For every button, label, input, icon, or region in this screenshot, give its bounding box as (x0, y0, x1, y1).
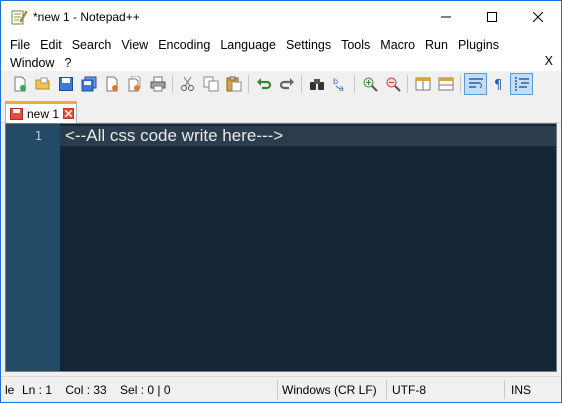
save-all-button[interactable] (77, 73, 100, 95)
close-window-button[interactable] (515, 1, 561, 33)
status-separator (277, 380, 278, 399)
indent-guide-button[interactable] (510, 73, 533, 95)
copy-icon (203, 76, 218, 92)
indent-guide-icon (514, 77, 529, 91)
zoom-out-icon (386, 77, 401, 92)
window-title: *new 1 - Notepad++ (33, 10, 140, 24)
toolbar-separator (301, 75, 302, 93)
replace-icon: ba (333, 77, 344, 92)
sync-vertical-button[interactable] (411, 73, 434, 95)
window-client: *new 1 - Notepad++ File Edit Search View… (1, 1, 561, 402)
menu-row-1: File Edit Search View Encoding Language … (1, 35, 561, 54)
menu-row-2: Window ? (1, 53, 561, 72)
status-eol: Windows (CR LF) (282, 383, 377, 397)
status-position: Ln : 1 Col : 33 Sel : 0 | 0 (22, 383, 171, 397)
zoom-in-icon (363, 77, 378, 92)
tab-new-1[interactable]: new 1 (5, 101, 77, 123)
menu-encoding[interactable]: Encoding (149, 38, 211, 52)
cut-button[interactable] (176, 73, 199, 95)
menu-settings[interactable]: Settings (277, 38, 332, 52)
menu-plugins[interactable]: Plugins (449, 38, 500, 52)
close-icon (65, 110, 73, 117)
svg-text:a: a (339, 84, 344, 92)
open-file-button[interactable] (31, 73, 54, 95)
status-insert-mode: INS (511, 383, 532, 397)
menu-bar: File Edit Search View Encoding Language … (1, 33, 561, 71)
toolbar-separator (460, 75, 461, 93)
status-separator (386, 380, 387, 399)
save-icon (58, 77, 73, 91)
status-separator (504, 380, 505, 399)
menu-edit[interactable]: Edit (31, 38, 63, 52)
toolbar-separator (172, 75, 173, 93)
status-encoding: UTF-8 (392, 383, 426, 397)
new-file-button[interactable] (8, 73, 31, 95)
copy-button[interactable] (199, 73, 222, 95)
menu-help[interactable]: ? (55, 56, 72, 70)
menu-window[interactable]: Window (1, 56, 55, 70)
toolbar-separator (407, 75, 408, 93)
close-file-button[interactable] (100, 73, 123, 95)
word-wrap-button[interactable] (464, 73, 487, 95)
undo-button[interactable] (252, 73, 275, 95)
minimize-icon (441, 16, 451, 18)
line-number-gutter: 1 (6, 124, 60, 371)
svg-text:b: b (333, 77, 338, 86)
unsaved-file-icon (10, 108, 23, 120)
new-file-icon (14, 76, 26, 92)
binoculars-icon (309, 79, 324, 90)
close-all-button[interactable] (123, 73, 146, 95)
replace-button[interactable]: ba (328, 73, 351, 95)
toolbar: ba ¶ (1, 71, 561, 97)
notepad-app-icon[interactable] (10, 8, 28, 26)
undo-icon (256, 78, 271, 90)
line-number: 1 (34, 129, 42, 143)
pilcrow-icon: ¶ (494, 78, 502, 92)
code-line[interactable]: <--All css code write here---> (65, 126, 283, 146)
text-editor[interactable]: 1 <--All css code write here---> (5, 123, 557, 372)
save-all-icon (81, 76, 96, 92)
tab-label: new 1 (27, 106, 60, 121)
cut-icon (180, 76, 194, 91)
sync-horizontal-button[interactable] (434, 73, 457, 95)
sync-horizontal-scroll-icon (438, 77, 453, 91)
zoom-in-button[interactable] (358, 73, 381, 95)
show-all-chars-button[interactable]: ¶ (487, 73, 510, 95)
status-bar: le Ln : 1 Col : 33 Sel : 0 | 0 Windows (… (1, 376, 561, 402)
menu-view[interactable]: View (112, 38, 149, 52)
print-icon (150, 76, 165, 92)
open-file-icon (35, 77, 49, 90)
close-icon (533, 12, 543, 22)
paste-button[interactable] (222, 73, 245, 95)
notepad-window: *new 1 - Notepad++ File Edit Search View… (0, 0, 562, 403)
zoom-out-button[interactable] (381, 73, 404, 95)
toolbar-separator (248, 75, 249, 93)
find-button[interactable] (305, 73, 328, 95)
status-length: le (5, 383, 15, 397)
maximize-button[interactable] (469, 1, 515, 33)
menu-tools[interactable]: Tools (332, 38, 371, 52)
svg-text:¶: ¶ (494, 78, 502, 92)
sync-vertical-scroll-icon (415, 77, 430, 91)
close-document-button[interactable]: X (545, 54, 553, 68)
tab-close-button[interactable] (63, 108, 75, 119)
close-all-icon (128, 76, 140, 92)
paste-icon (226, 76, 241, 92)
menu-language[interactable]: Language (211, 38, 277, 52)
redo-button[interactable] (275, 73, 298, 95)
menu-macro[interactable]: Macro (371, 38, 416, 52)
print-button[interactable] (146, 73, 169, 95)
toolbar-separator (354, 75, 355, 93)
close-file-icon (106, 76, 118, 92)
minimize-button[interactable] (423, 1, 469, 33)
tab-bar: new 1 (1, 97, 561, 123)
maximize-icon (487, 12, 497, 22)
menu-file[interactable]: File (1, 38, 31, 52)
menu-run[interactable]: Run (416, 38, 449, 52)
word-wrap-icon (468, 78, 483, 89)
save-button[interactable] (54, 73, 77, 95)
menu-search[interactable]: Search (63, 38, 113, 52)
title-bar[interactable]: *new 1 - Notepad++ (1, 1, 561, 33)
redo-icon (279, 78, 294, 90)
